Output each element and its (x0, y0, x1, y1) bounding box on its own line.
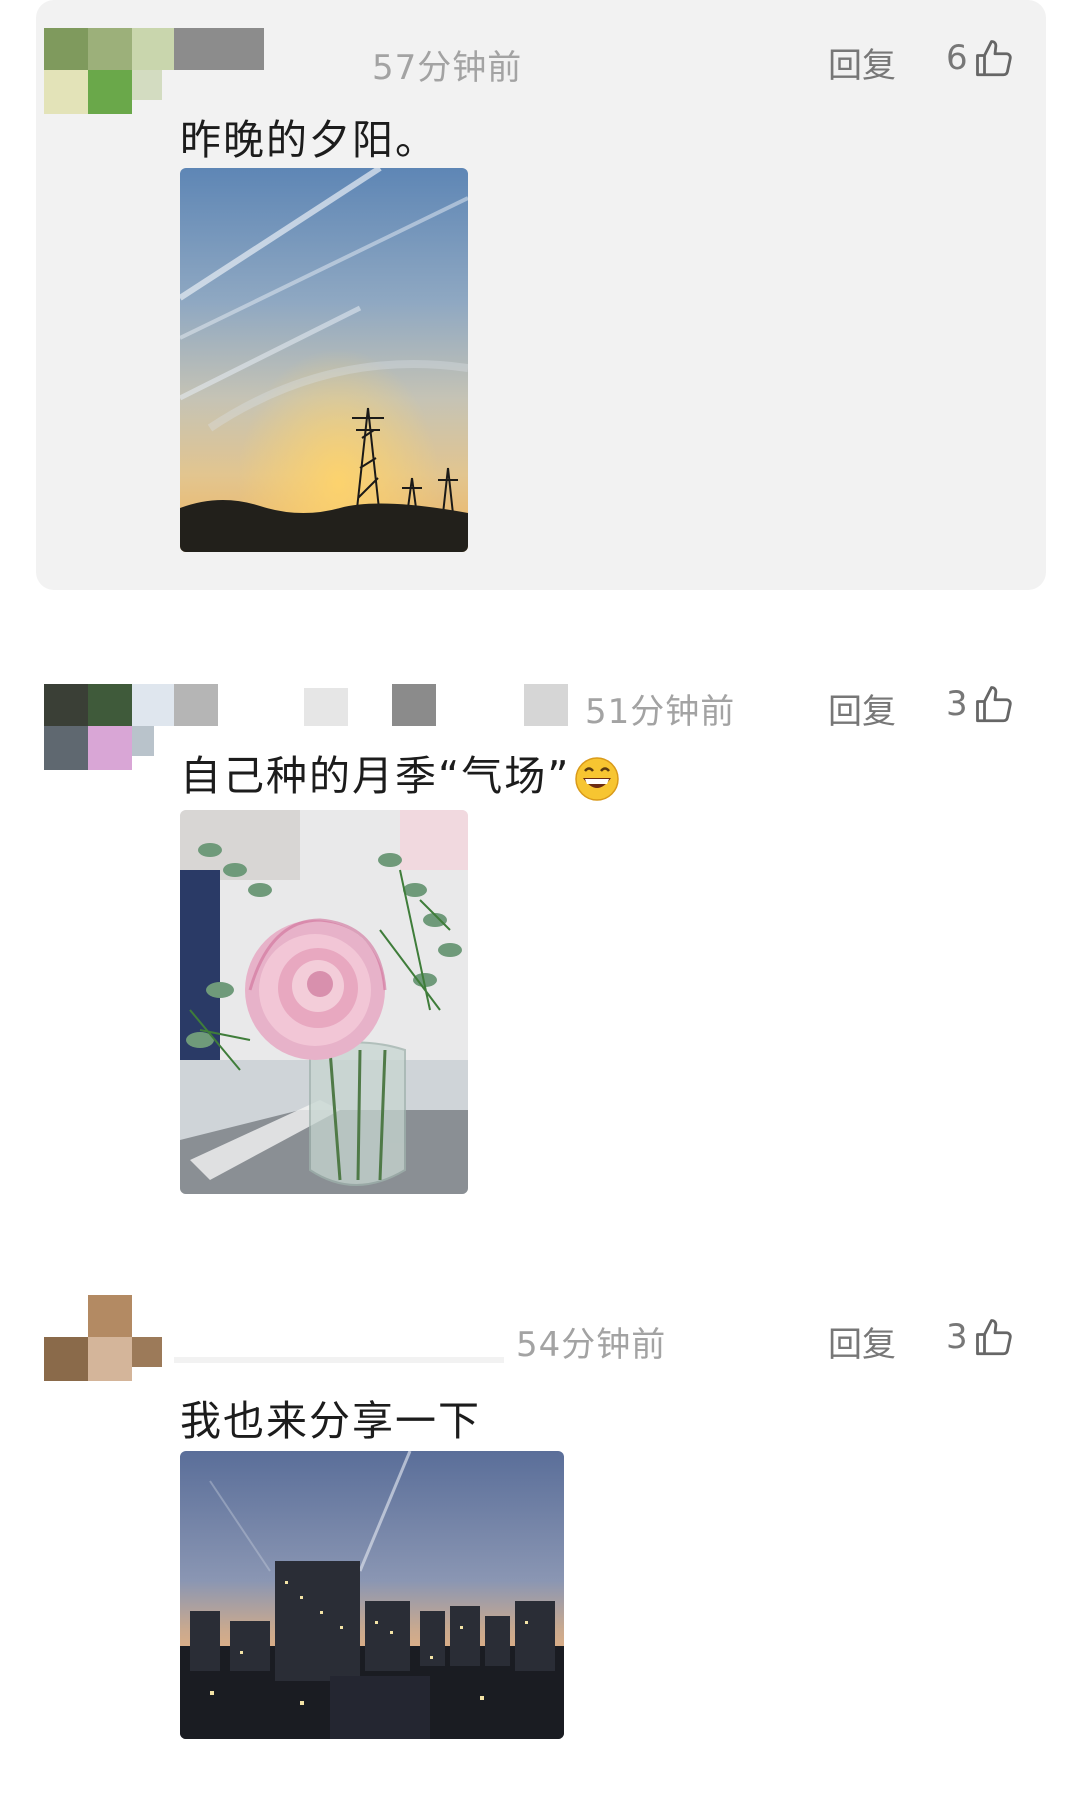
pink-rose-vase-photo[interactable] (180, 810, 468, 1194)
reply-button[interactable]: 回复 (828, 38, 896, 87)
reply-button[interactable]: 回复 (828, 684, 896, 733)
comment-time: 51分钟前 (585, 692, 736, 732)
comment-item: 51分钟前 回复 3 自己种的月季“气场” (0, 640, 1080, 1200)
sunset-power-tower-photo[interactable] (180, 168, 468, 552)
city-dusk-skyline-photo[interactable] (180, 1451, 564, 1739)
comment-time: 54分钟前 (516, 1325, 667, 1365)
reply-button[interactable]: 回复 (828, 1317, 896, 1366)
comment-text-content: 自己种的月季“气场” (180, 752, 571, 800)
thumbs-up-icon[interactable] (974, 38, 1016, 80)
thumbs-up-icon[interactable] (974, 1317, 1016, 1359)
avatar[interactable] (44, 1295, 174, 1395)
avatar[interactable] (44, 28, 174, 128)
like-count: 3 (946, 1317, 968, 1357)
comment-item: 54分钟前 回复 3 我也来分享一下 (0, 1285, 1080, 1805)
username-mosaic[interactable] (174, 1337, 504, 1379)
comment-item: 57分钟前 回复 6 昨晚的夕阳。 (0, 0, 1080, 600)
like-count: 3 (946, 684, 968, 724)
comment-time: 57分钟前 (372, 48, 523, 88)
comment-text: 我也来分享一下 (180, 1397, 481, 1445)
username-mosaic[interactable] (174, 684, 574, 726)
like-count: 6 (946, 38, 968, 78)
avatar[interactable] (44, 684, 174, 784)
thumbs-up-icon[interactable] (974, 684, 1016, 726)
username-mosaic[interactable] (174, 28, 264, 70)
comment-text: 昨晚的夕阳。 (180, 116, 438, 164)
comment-text: 自己种的月季“气场” (180, 742, 620, 802)
grinning-face-emoji (575, 757, 620, 801)
